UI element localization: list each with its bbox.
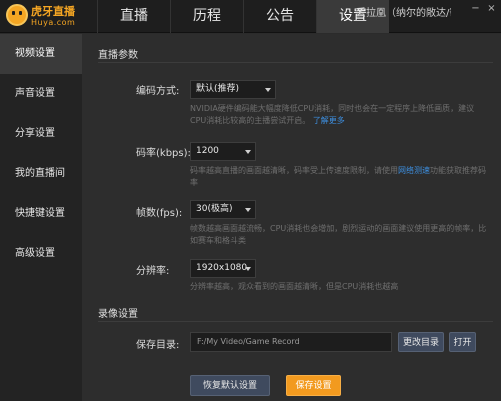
encode-select[interactable]: 默认(推荐) (190, 80, 276, 99)
bitrate-description: 码率越高直播的画面越清晰，码率受上传速度限制，请使用网络测速功能获取推荐码率 (190, 165, 490, 189)
speed-test-link[interactable]: 网络测速 (398, 166, 430, 175)
fps-select[interactable]: 30(极高) (190, 200, 256, 219)
tab-announcement[interactable]: 公告 (243, 0, 316, 33)
fps-value: 30(极高) (196, 204, 233, 214)
record-heading: 录像设置 (98, 309, 138, 320)
logo-title: 虎牙直播 (31, 5, 75, 18)
resolution-value: 1920x1080 (196, 263, 248, 273)
huya-logo-icon (6, 4, 28, 26)
top-bar: 虎牙直播 Huya.com 直播 历程 公告 设置 丢拉凰（纳尔的敞达/帮… −… (0, 0, 501, 33)
encode-label: 编码方式: (136, 86, 180, 97)
restore-defaults-button[interactable]: 恢复默认设置 (190, 375, 270, 396)
sidebar-item-hotkeys[interactable]: 快捷键设置 (0, 194, 82, 234)
section-divider (98, 62, 493, 63)
encode-description: NVIDIA硬件编码能大幅度降低CPU消耗，同时也会在一定程序上降低画质，建议C… (190, 103, 490, 127)
sidebar-item-advanced[interactable]: 高级设置 (0, 234, 82, 274)
section-divider (98, 321, 493, 322)
resolution-select[interactable]: 1920x1080 (190, 259, 256, 278)
sidebar-item-audio[interactable]: 声音设置 (0, 74, 82, 114)
live-params-heading: 直播参数 (98, 50, 138, 61)
resolution-label: 分辨率: (136, 266, 170, 277)
sidebar-item-share[interactable]: 分享设置 (0, 114, 82, 154)
bitrate-select[interactable]: 1200 (190, 142, 256, 161)
tab-live[interactable]: 直播 (97, 0, 170, 33)
huya-logo: 虎牙直播 Huya.com (6, 3, 84, 30)
window-controls: − × (470, 3, 497, 14)
bitrate-desc-text: 码率越高直播的画面越清晰，码率受上传速度限制，请使用 (190, 166, 398, 175)
save-dir-label: 保存目录: (136, 340, 180, 351)
chevron-down-icon (245, 267, 251, 271)
change-dir-button[interactable]: 更改目录 (398, 332, 444, 352)
minimize-icon[interactable]: − (470, 3, 481, 14)
tab-history[interactable]: 历程 (170, 0, 243, 33)
video-settings-panel: 直播参数 编码方式: 默认(推荐) NVIDIA硬件编码能大幅度降低CPU消耗，… (82, 34, 501, 401)
settings-sidebar: 视频设置 声音设置 分享设置 我的直播间 快捷键设置 高级设置 (0, 34, 82, 401)
main-tabs: 直播 历程 公告 设置 (97, 0, 389, 33)
close-icon[interactable]: × (486, 3, 497, 14)
save-dir-input[interactable]: F:/My Video/Game Record (190, 332, 392, 352)
chevron-down-icon (245, 208, 251, 212)
logo-subtitle: Huya.com (31, 18, 76, 27)
bitrate-label: 码率(kbps): (136, 148, 191, 159)
sidebar-item-video[interactable]: 视频设置 (0, 34, 82, 74)
resolution-description: 分辨率越高，观众看到的画面越清晰，但是CPU消耗也越高 (190, 282, 399, 291)
fps-label: 帧数(fps): (136, 208, 183, 219)
sidebar-item-my-room[interactable]: 我的直播间 (0, 154, 82, 194)
encode-value: 默认(推荐) (196, 84, 240, 94)
fps-description: 帧数越高画面越流畅，CPU消耗也会增加，剧烈运动的画面建议使用更高的帧率，比如赛… (190, 224, 487, 245)
chevron-down-icon (245, 150, 251, 154)
open-dir-button[interactable]: 打开 (449, 332, 476, 352)
chevron-down-icon (265, 88, 271, 92)
learn-more-link[interactable]: 了解更多 (313, 116, 345, 125)
bitrate-value: 1200 (196, 146, 219, 156)
user-name[interactable]: 丢拉凰（纳尔的敞达/帮… (356, 4, 451, 19)
save-settings-button[interactable]: 保存设置 (286, 375, 341, 396)
